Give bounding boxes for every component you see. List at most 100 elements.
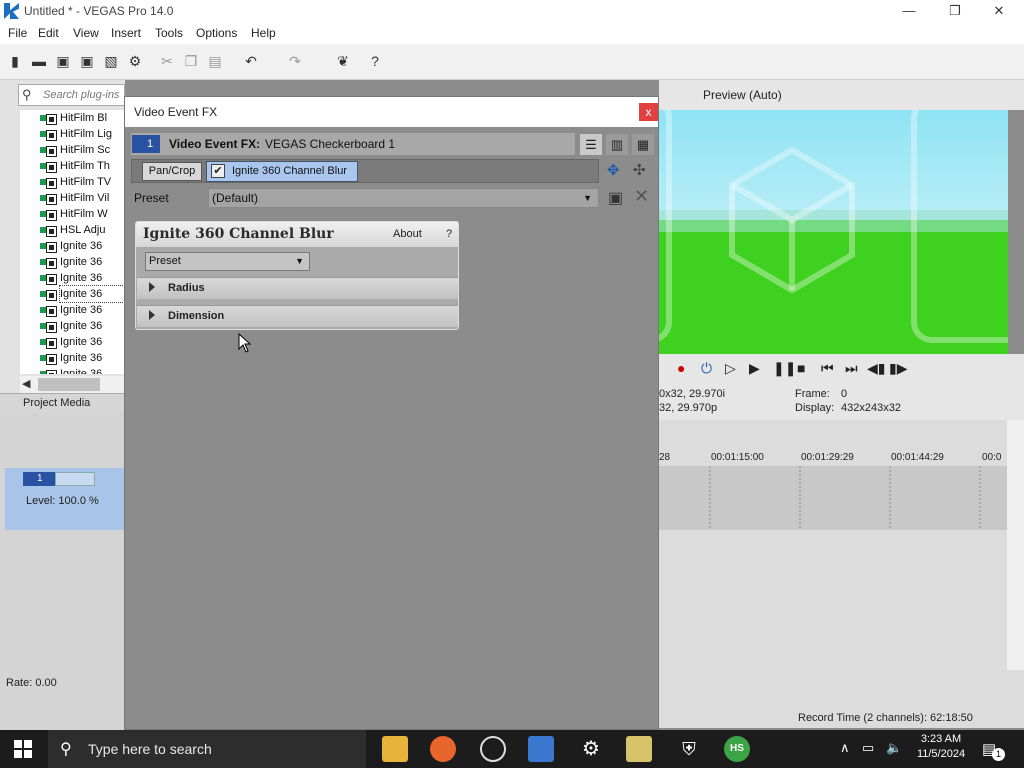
tab-project-media[interactable]: Project Media — [0, 393, 125, 413]
plugin-list-item[interactable]: HitFilm Lig — [60, 126, 125, 142]
track-name-field[interactable] — [55, 472, 95, 486]
new-file-icon[interactable]: ▮ — [6, 52, 24, 70]
play-from-start-icon[interactable]: ▷ — [725, 360, 736, 377]
next-frame-icon[interactable]: ▮▶ — [889, 360, 907, 377]
firefox-icon[interactable] — [430, 736, 456, 762]
redo-icon[interactable]: ↷ — [286, 52, 304, 70]
windows-security-icon[interactable]: ⛨ — [676, 736, 702, 762]
preset-dropdown[interactable]: (Default) ▼ — [208, 188, 599, 208]
menu-help[interactable]: Help — [251, 26, 276, 40]
taskbar-search-box[interactable]: ⚲ Type here to search — [48, 730, 366, 768]
section-radius[interactable]: Radius — [137, 277, 458, 299]
show-hidden-icons-icon[interactable]: ∧ — [840, 740, 850, 756]
maximize-button[interactable]: ❐ — [932, 0, 978, 22]
dialog-title-bar[interactable]: Video Event FX — [125, 97, 658, 127]
view-list-icon[interactable]: ☰ — [580, 134, 602, 155]
plugin-list-item[interactable]: HitFilm TV — [60, 174, 125, 190]
plugin-list-item[interactable]: HSL Adju — [60, 222, 125, 238]
pause-icon[interactable]: ❚❚ — [773, 360, 796, 377]
plugin-list-hscrollbar[interactable]: ◀ — [20, 376, 125, 393]
view-columns-icon[interactable]: ▥ — [606, 134, 628, 155]
view-grid-icon[interactable]: ▦ — [632, 134, 654, 155]
taskbar-search-placeholder: Type here to search — [88, 741, 212, 757]
menu-options[interactable]: Options — [196, 26, 237, 40]
plugin-list-item[interactable]: Ignite 36 — [60, 350, 125, 366]
plugin-list-item[interactable]: Ignite 36 — [60, 254, 125, 270]
scroll-left-icon[interactable]: ◀ — [22, 376, 30, 393]
plugin-list-item[interactable]: Ignite 36 — [60, 270, 125, 286]
plugin-list-item[interactable]: HitFilm Vil — [60, 190, 125, 206]
video-track-header[interactable]: 1 Level: 100.0 % — [5, 468, 125, 530]
undo-icon[interactable]: ↶ — [242, 52, 260, 70]
taskbar-clock[interactable]: 3:23 AM 11/5/2024 — [916, 733, 966, 760]
track-lane[interactable] — [659, 466, 1007, 530]
preview-quality-dropdown[interactable]: Preview (Auto) — [703, 88, 782, 102]
menu-edit[interactable]: Edit — [38, 26, 59, 40]
display-value: 432x243x32 — [841, 402, 901, 414]
save-as-icon[interactable]: ▣ — [78, 52, 96, 70]
volume-icon[interactable]: 🔈 — [886, 740, 902, 756]
record-icon[interactable]: ● — [677, 360, 685, 376]
play-icon[interactable]: ▶ — [749, 360, 760, 377]
plugin-list-item[interactable]: Ignite 36 — [60, 366, 125, 374]
hscroll-thumb[interactable] — [38, 378, 100, 391]
whats-this-help-icon[interactable]: ? — [366, 52, 384, 70]
help-button[interactable]: ? — [446, 228, 452, 240]
plugin-list[interactable]: HitFilm Bl HitFilm Lig HitFilm Sc HitFilm T… — [20, 110, 125, 374]
menu-file[interactable]: File — [8, 26, 27, 40]
render-icon[interactable]: ▧ — [102, 52, 120, 70]
loop-playback-icon[interactable]: ⏻ — [701, 360, 712, 377]
hs-app-icon[interactable]: HS — [724, 736, 750, 762]
plugin-list-item[interactable]: Ignite 36 — [60, 334, 125, 350]
previous-frame-icon[interactable]: ◀▮ — [867, 360, 885, 377]
plugin-list-item[interactable]: Ignite 36 — [60, 302, 125, 318]
move-fx-icon[interactable]: ✥ — [607, 161, 620, 179]
file-explorer-icon[interactable] — [382, 736, 408, 762]
section-dimension[interactable]: Dimension — [137, 305, 458, 327]
vegas-pro-taskbar-icon[interactable] — [528, 736, 554, 762]
stop-icon[interactable]: ■ — [797, 360, 805, 376]
menu-tools[interactable]: Tools — [155, 26, 183, 40]
properties-gear-icon[interactable]: ⚙ — [126, 52, 144, 70]
menu-bar: File Edit View Insert Tools Options Help — [0, 22, 1024, 44]
app-icon[interactable] — [626, 736, 652, 762]
dialog-close-button[interactable]: x — [639, 103, 658, 121]
close-button[interactable]: ✕ — [976, 0, 1022, 22]
copy-icon[interactable]: ❐ — [182, 52, 200, 70]
plugin-list-item[interactable]: HitFilm Th — [60, 158, 125, 174]
chain-item-ignite-channel-blur[interactable]: ✔ Ignite 360 Channel Blur — [206, 161, 358, 182]
menu-insert[interactable]: Insert — [111, 26, 141, 40]
settings-gear-icon[interactable]: ⚙ — [578, 736, 604, 762]
cut-icon[interactable]: ✂ — [158, 52, 176, 70]
timeline-ruler[interactable]: 28 00:01:15:00 00:01:29:29 00:01:44:29 0… — [659, 450, 1007, 466]
go-to-end-icon[interactable]: ⏭ — [845, 360, 858, 377]
menu-view[interactable]: View — [73, 26, 99, 40]
open-folder-icon[interactable]: ▬ — [30, 52, 48, 70]
minimize-button[interactable]: — — [886, 0, 932, 22]
plugin-preset-dropdown[interactable]: Preset ▼ — [145, 252, 310, 271]
chain-item-enable-checkbox[interactable]: ✔ — [211, 164, 225, 178]
network-icon[interactable]: ▭ — [862, 740, 874, 756]
delete-preset-icon[interactable]: ✕ — [634, 186, 649, 207]
paste-icon[interactable]: ▤ — [206, 52, 224, 70]
enable-snapping-icon[interactable]: ❦ — [334, 52, 352, 70]
save-preset-icon[interactable]: ▣ — [608, 188, 623, 208]
plugin-list-item[interactable]: HitFilm Sc — [60, 142, 125, 158]
fx-bypass-checkbox[interactable]: 1 — [132, 135, 160, 153]
plugin-list-item[interactable]: HitFilm Bl — [60, 110, 125, 126]
plugin-search-box[interactable]: ⚲ — [18, 84, 125, 106]
windows-start-icon[interactable] — [14, 740, 32, 758]
save-icon[interactable]: ▣ — [54, 52, 72, 70]
chain-item-pan-crop[interactable]: Pan/Crop — [142, 162, 202, 181]
plugin-chain-icon[interactable]: ✣ — [633, 161, 646, 179]
plugin-search-input[interactable] — [43, 88, 123, 102]
go-to-start-icon[interactable]: ⏮ — [821, 360, 834, 377]
timeline-vscrollbar[interactable] — [1007, 420, 1024, 670]
sync-app-icon[interactable] — [480, 736, 506, 762]
plugin-list-item[interactable]: Ignite 36 — [59, 285, 125, 303]
plugin-list-item[interactable]: Ignite 36 — [60, 238, 125, 254]
preview-info: 0x32, 29.970i 32, 29.970p Frame: 0 Displ… — [659, 384, 1024, 420]
about-button[interactable]: About — [393, 228, 422, 240]
plugin-list-item[interactable]: Ignite 36 — [60, 318, 125, 334]
plugin-list-item[interactable]: HitFilm W — [60, 206, 125, 222]
